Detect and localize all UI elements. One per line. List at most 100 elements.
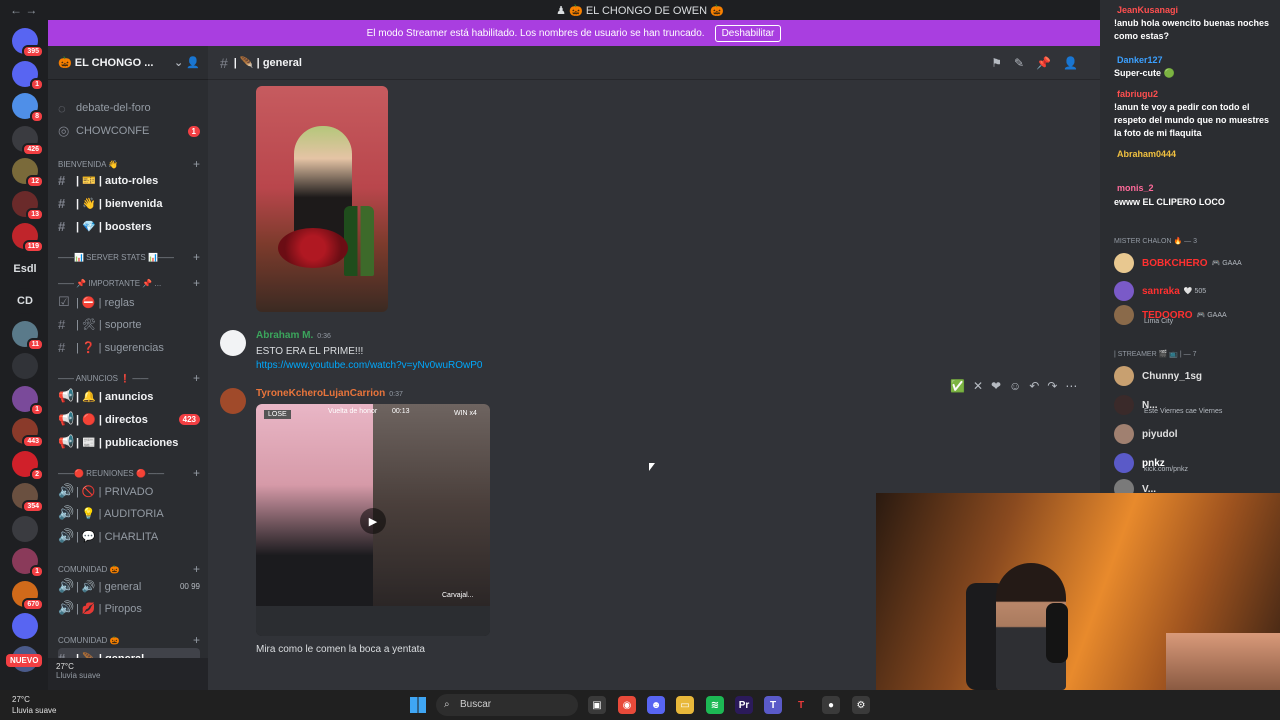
tiktok-icon[interactable]: T	[792, 696, 810, 714]
member-item[interactable]: N... Este Viernes cae Viernes	[1114, 394, 1274, 416]
member-category: MISTER CHALON 🔥 — 3	[1114, 238, 1198, 245]
member-item[interactable]: piyudol	[1114, 423, 1274, 445]
server-badge: 8	[30, 110, 44, 123]
server-icon[interactable]: 1	[12, 385, 44, 416]
windows-start-icon[interactable]	[410, 697, 426, 713]
server-icon[interactable]: 443	[12, 418, 44, 448]
author-name[interactable]: Abraham M.	[256, 330, 313, 341]
photo-attachment[interactable]	[256, 86, 388, 312]
video-attachment[interactable]: LOSE Vuelta de honor 00:13 WIN x4 Carvaj…	[256, 404, 490, 636]
member-item[interactable]: Chunny_1sg	[1114, 365, 1274, 387]
disable-streamer-button[interactable]: Deshabilitar	[714, 24, 782, 42]
server-icon[interactable]: 12	[12, 158, 44, 188]
channel-item[interactable]: 🔊 | 💡 | AUDITORIA	[58, 503, 200, 523]
teams-icon[interactable]: T	[764, 696, 782, 714]
taskbar-weather[interactable]: 27°C Lluvia suave	[12, 694, 56, 716]
channel-item[interactable]: 📢 | 🔔 | anuncios	[58, 386, 200, 406]
channel-item[interactable]: # | 🛠 | soporte	[58, 314, 200, 334]
premiere-icon[interactable]: Pr	[735, 696, 753, 714]
hash-icon: #	[220, 54, 228, 71]
window-title: ♟ 🎃 EL CHONGO DE OWEN 🎃	[556, 5, 724, 17]
video-win-label: WIN x4	[454, 410, 477, 417]
channel-item[interactable]: 🔊 | 💬 | CHARLITA	[58, 526, 200, 546]
channel-item[interactable]: 📢 | 🔴 | directos 423	[58, 409, 200, 429]
server-icon[interactable]	[12, 353, 38, 379]
video-lose-label: LOSE	[264, 410, 291, 419]
spotify-icon[interactable]: ≋	[706, 696, 724, 714]
server-icon[interactable]: 1	[12, 548, 44, 578]
channel-label: | ❓ | sugerencias	[76, 341, 164, 354]
server-icon[interactable]: CD	[12, 288, 38, 314]
channel-item[interactable]: # | 💎 | boosters	[58, 216, 200, 236]
avatar[interactable]	[220, 388, 246, 414]
channel-type-icon: #	[58, 339, 66, 355]
add-channel-icon[interactable]: +	[193, 466, 200, 480]
channel-item[interactable]: 🔊 | 🔊 | general 00 99	[58, 576, 200, 596]
discord-icon[interactable]: ☻	[647, 696, 665, 714]
channel-category[interactable]: COMUNIDAD 🎃 +	[58, 562, 200, 576]
add-member-icon[interactable]: ⌄ 👤	[174, 56, 200, 69]
channel-category[interactable]: —— ANUNCIOS ❗ —— +	[58, 371, 200, 385]
channel-category[interactable]: ——📊 SERVER STATS 📊—— +	[58, 250, 200, 264]
member-item[interactable]: pnkz kick.com/pnkz	[1114, 452, 1274, 474]
folder-icon[interactable]: ▭	[676, 696, 694, 714]
server-icon[interactable]: 8	[12, 93, 44, 123]
server-icon[interactable]: 354	[12, 483, 44, 513]
member-item[interactable]: sanraka 🤍 505	[1114, 280, 1274, 302]
server-icon[interactable]: Esdl	[12, 255, 38, 282]
channel-category[interactable]: BIENVENIDA 👋 +	[58, 157, 200, 171]
channel-item[interactable]: # | 🎫 | auto-roles	[58, 170, 200, 190]
new-badge: NUEVO	[6, 654, 43, 667]
channel-item[interactable]: ☑ | ⛔ | reglas	[58, 292, 200, 312]
message-author[interactable]: Abraham M. 0:36	[256, 330, 331, 341]
settings-gear-icon[interactable]: ⚙	[852, 696, 870, 714]
server-icon[interactable]: 670	[12, 580, 44, 611]
server-icon[interactable]: 13	[12, 190, 44, 221]
member-name: Chunny_1sg	[1142, 370, 1203, 382]
taskbar-search[interactable]: ⌕ Buscar	[436, 694, 578, 716]
author-name[interactable]: TyroneKcheroLujanCarrion	[256, 388, 385, 399]
member-tag: 🤍 505	[1183, 288, 1207, 295]
server-icon[interactable]: 11	[12, 320, 44, 351]
server-icon[interactable]	[12, 515, 38, 542]
message-link[interactable]: https://www.youtube.com/watch?v=yNv0wuRO…	[256, 360, 482, 371]
task-view-icon[interactable]: ▣	[588, 696, 606, 714]
channel-item[interactable]: 🔊 | 💋 | Piropos	[58, 598, 200, 618]
server-badge: 1	[30, 402, 44, 416]
chrome-icon[interactable]: ◉	[618, 696, 636, 714]
channel-sidebar: 🎃 EL CHONGO ... ⌄ 👤 ◌ debate-del-foro ◎ CHO…	[48, 46, 208, 690]
obs-icon[interactable]: ●	[822, 696, 840, 714]
channel-item[interactable]: # | ❓ | sugerencias	[58, 337, 200, 357]
add-channel-icon[interactable]: +	[193, 633, 200, 647]
channel-item[interactable]: 🔊 | 🚫 | PRIVADO	[58, 481, 200, 501]
play-icon[interactable]: ▶	[360, 508, 386, 534]
channel-item[interactable]: # | 👋 | bienvenida	[58, 193, 200, 213]
avatar[interactable]	[220, 330, 246, 356]
server-header[interactable]: 🎃 EL CHONGO ... ⌄ 👤	[48, 46, 208, 80]
server-icon[interactable]: 426	[12, 125, 44, 156]
server-icon[interactable]: 395	[12, 28, 44, 58]
twitch-username: JeanKusanagi	[1117, 5, 1179, 15]
member-item[interactable]: BOBKCHERO 🎮 GAAA	[1114, 252, 1274, 274]
add-channel-icon[interactable]: +	[193, 562, 200, 576]
channel-category[interactable]: ——🔴 REUNIONES 🔴 —— +	[58, 466, 200, 480]
server-icon[interactable]: 2	[12, 450, 44, 481]
channel-item[interactable]: 📢 | 📰 | publicaciones	[58, 432, 200, 452]
unread-badge: 423	[178, 413, 200, 425]
add-channel-icon[interactable]: +	[193, 371, 200, 385]
server-icon[interactable]: 1	[12, 60, 44, 91]
server-icon[interactable]: 119	[12, 223, 44, 253]
add-channel-icon[interactable]: +	[193, 250, 200, 264]
member-item[interactable]: TEDOORO 🎮 GAAA Lima City	[1114, 304, 1274, 326]
channel-category[interactable]: COMUNIDAD 🎃 +	[58, 633, 200, 647]
message-author[interactable]: TyroneKcheroLujanCarrion 0:37	[256, 388, 403, 399]
channel-item[interactable]: ◎ CHOWCONFE 1	[58, 121, 200, 141]
server-icon[interactable]	[12, 613, 38, 639]
channel-category[interactable]: —— 📌 Importante 📌 ... +	[58, 276, 200, 290]
photo-roses	[278, 228, 348, 268]
header-tools[interactable]: ⚑✎📌👤	[991, 56, 1090, 70]
add-channel-icon[interactable]: +	[193, 157, 200, 171]
add-channel-icon[interactable]: +	[193, 276, 200, 290]
channel-item[interactable]: ◌ debate-del-foro	[58, 98, 200, 118]
server-badge: 119	[22, 240, 44, 253]
